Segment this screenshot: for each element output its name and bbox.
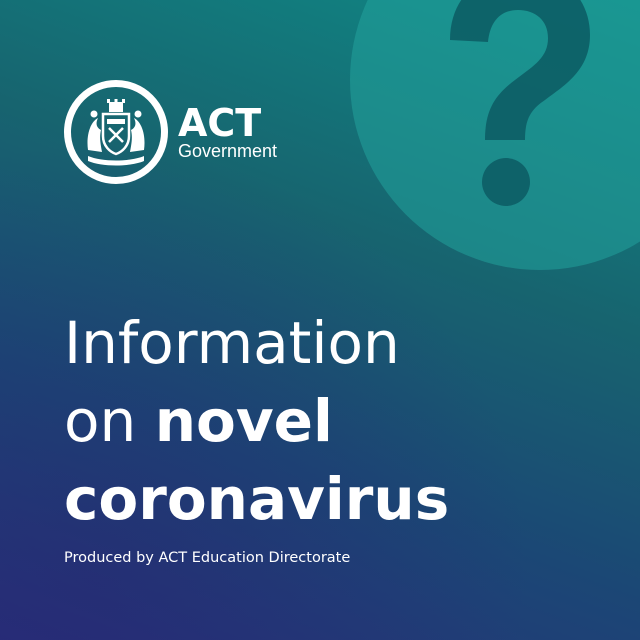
headline-line-3: coronavirus	[64, 460, 449, 538]
poster: ACT Government Information on novel coro…	[0, 0, 640, 640]
logo-wordmark: ACT Government	[178, 103, 277, 161]
headline: Information on novel coronavirus	[64, 304, 449, 538]
headline-novel: novel	[154, 387, 333, 455]
produced-by-text: Produced by ACT Education Directorate	[64, 550, 351, 566]
headline-line-1: Information	[64, 304, 449, 382]
crest-emblem-icon	[87, 99, 145, 166]
logo-act-text: ACT	[178, 101, 262, 145]
headline-coronavirus: coronavirus	[64, 465, 450, 533]
logo-government-text: Government	[178, 141, 278, 161]
headline-line-2: on novel	[64, 382, 449, 460]
act-government-logo: ACT Government	[64, 80, 277, 184]
question-mark-icon	[450, 0, 590, 206]
coat-of-arms-crest	[64, 80, 168, 184]
headline-information: Information	[64, 309, 400, 377]
headline-on: on	[64, 387, 137, 455]
